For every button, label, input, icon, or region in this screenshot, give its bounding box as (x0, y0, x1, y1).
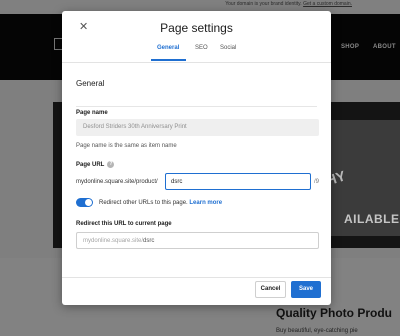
sign-text: AILABLE (344, 212, 400, 226)
redirect-toggle-label: Redirect other URLs to this page. Learn … (99, 200, 223, 206)
dialog-title: Page settings (160, 21, 233, 35)
custom-domain-link[interactable]: Get a custom domain. (303, 1, 352, 7)
redirect-toggle[interactable] (76, 198, 93, 207)
learn-more-link[interactable]: Learn more (189, 200, 222, 206)
redirect-url-label: Redirect this URL to current page (76, 221, 172, 227)
save-button[interactable]: Save (291, 281, 321, 298)
page-name-label: Page name (76, 110, 108, 116)
domain-notice-bar: Your domain is your brand identity. Get … (0, 0, 400, 11)
url-suffix: /9 (314, 179, 320, 185)
tab-social[interactable]: Social (220, 45, 236, 51)
active-tab-indicator (151, 59, 186, 61)
redirect-url-placeholder: mydonline.square.site/ (83, 238, 144, 244)
section-subtext: Buy beautiful, eye-catching pie (276, 328, 358, 334)
settings-tabs: General SEO Social (62, 45, 331, 63)
redirect-url-input[interactable]: mydonline.square.site/dsrc (76, 232, 319, 249)
url-prefix: mydonline.square.site/product/ (76, 179, 158, 185)
nav-item-shop[interactable]: SHOP (341, 44, 359, 50)
footer-divider (62, 277, 331, 278)
nav-item-about[interactable]: ABOUT (373, 44, 396, 50)
tabs-divider (62, 62, 331, 63)
page-settings-dialog: ✕ Page settings General SEO Social Gener… (62, 11, 331, 305)
page-url-label: Page URL (76, 162, 105, 169)
page-url-input[interactable]: dsrc (165, 173, 311, 190)
page-name-help: Page name is the same as item name (76, 143, 177, 149)
section-heading: Quality Photo Produ (276, 306, 392, 320)
section-title: General (76, 79, 105, 88)
domain-notice: Your domain is your brand identity. Get … (225, 1, 352, 7)
tab-seo[interactable]: SEO (195, 45, 208, 51)
redirect-url-value: dsrc (143, 238, 155, 244)
cancel-button[interactable]: Cancel (255, 281, 286, 298)
section-divider (76, 106, 317, 107)
help-circle-icon[interactable]: ? (107, 161, 115, 168)
page-name-field: Desford Striders 30th Anniversary Print (76, 119, 319, 136)
toggle-knob (85, 199, 92, 206)
page-url-label-row: Page URL? (76, 161, 115, 169)
tab-general[interactable]: General (157, 45, 179, 51)
